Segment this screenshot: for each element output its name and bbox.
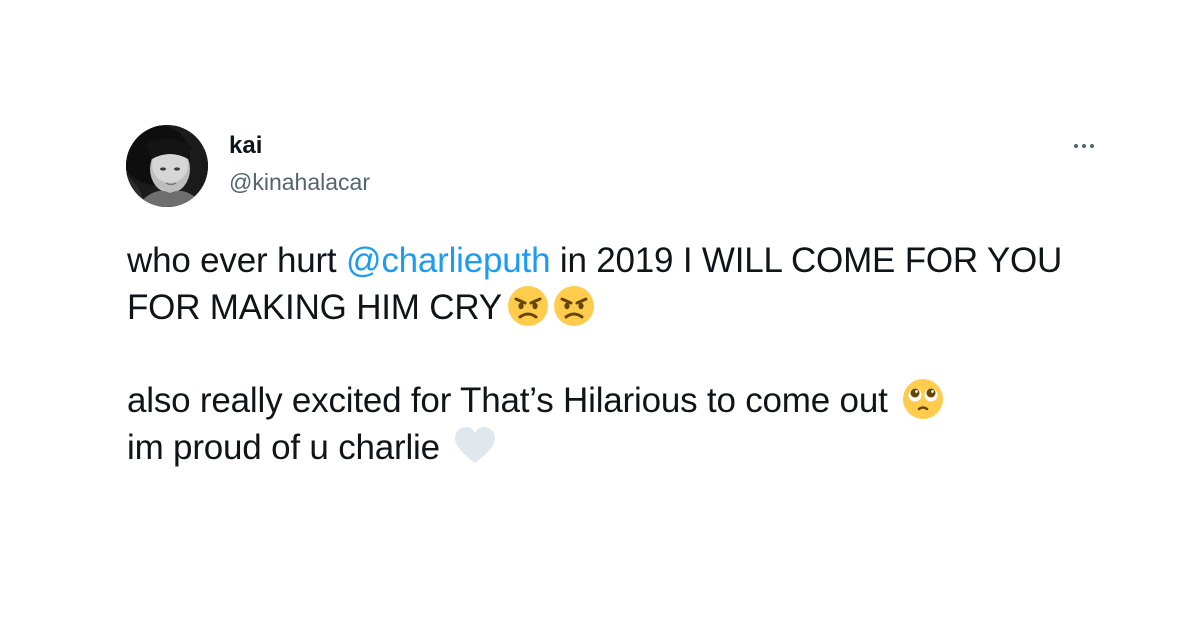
tweet-text-segment: who ever hurt — [127, 241, 346, 280]
user-handle[interactable]: @kinahalacar — [229, 168, 370, 196]
tweet-text-segment: also really excited for That’s Hilarious… — [127, 381, 888, 420]
more-options-button[interactable] — [1066, 136, 1102, 156]
mention-link[interactable]: @charlieputh — [346, 241, 551, 280]
tweet-paragraph-2: also really excited for That’s Hilarious… — [127, 377, 1117, 471]
angry-face-icon — [552, 284, 596, 328]
white-heart-icon — [453, 424, 497, 468]
avatar[interactable] — [126, 125, 208, 207]
profile-photo-icon — [126, 125, 208, 207]
angry-face-icon — [506, 284, 550, 328]
tweet-paragraph-1: who ever hurt @charlieputh in 2019 I WIL… — [127, 238, 1117, 331]
pleading-face-icon — [901, 377, 945, 421]
tweet-text: who ever hurt @charlieputh in 2019 I WIL… — [127, 238, 1117, 471]
tweet-text-segment: im proud of u charlie — [127, 428, 440, 467]
more-horizontal-icon — [1074, 144, 1094, 148]
display-name[interactable]: kai — [229, 132, 262, 160]
tweet-card: kai @kinahalacar who ever hurt @charliep… — [0, 0, 1200, 628]
